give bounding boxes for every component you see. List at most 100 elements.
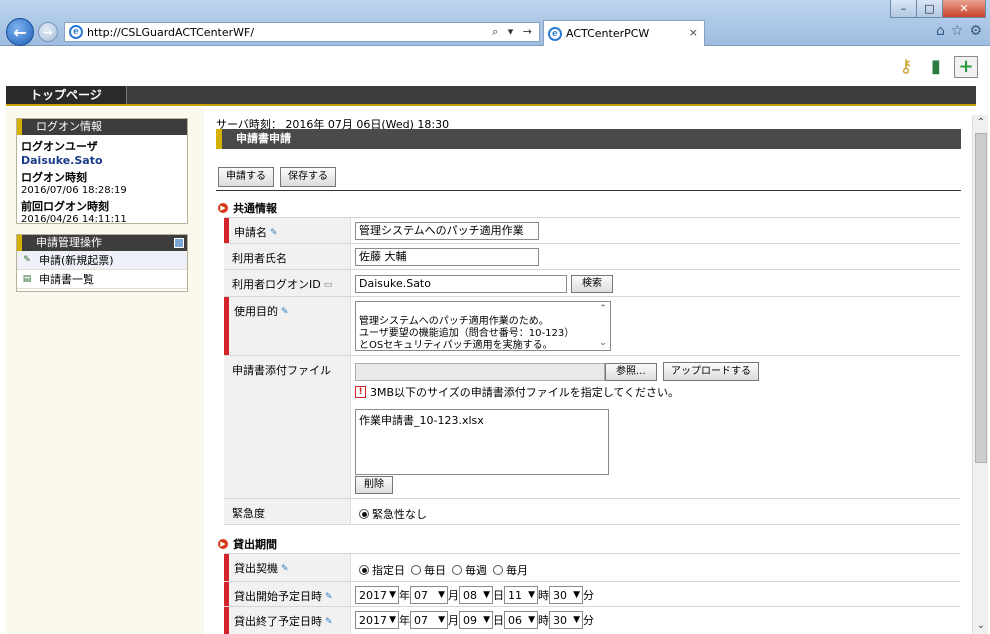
start-day-select[interactable]: 08 ▼	[459, 586, 493, 604]
save-button[interactable]: 保存する	[280, 167, 336, 187]
minimize-button[interactable]: –	[890, 0, 917, 18]
chevron-down-icon: ▼	[438, 590, 445, 600]
favorites-star-icon[interactable]: ☆	[951, 23, 964, 39]
delete-button[interactable]: 削除	[355, 476, 393, 494]
urgency-radio-none[interactable]: 緊急性なし	[359, 506, 427, 522]
end-hour-select[interactable]: 06 ▼	[504, 611, 538, 629]
common-info-heading-text: 共通情報	[233, 202, 277, 215]
start-minute-select[interactable]: 30 ▼	[549, 586, 583, 604]
tab-close-icon[interactable]: ×	[689, 26, 698, 39]
radio-weekly[interactable]: 毎週	[452, 562, 487, 578]
row-loan-end: 貸出終了予定日時 ✎ 2017 ▼ 年 07 ▼ 月 09 ▼ 日 06 ▼ 時 30 ▼ 分	[224, 606, 960, 634]
end-year-select[interactable]: 2017 ▼	[355, 611, 399, 629]
application-name-label: 申請名 ✎	[224, 218, 350, 243]
edit-note-icon[interactable]: ✎	[281, 564, 291, 574]
end-minute-select[interactable]: 30 ▼	[549, 611, 583, 629]
upload-button[interactable]: アップロードする	[663, 362, 759, 381]
sidebar-item-new-application[interactable]: ✎ 申請(新規起票)	[17, 251, 187, 270]
browser-toolbar-icons: ⌂ ☆ ⚙	[936, 23, 982, 39]
end-month-select[interactable]: 07 ▼	[410, 611, 448, 629]
top-nav-bar: トップページ	[6, 86, 976, 106]
address-search-refresh-icons[interactable]: ⌕ ▾ →	[492, 25, 535, 39]
settings-gear-icon[interactable]: ⚙	[969, 23, 982, 39]
forward-button[interactable]: →	[38, 22, 58, 42]
attached-file-item[interactable]: 作業申請書_10-123.xlsx	[359, 412, 605, 428]
chevron-down-icon[interactable]: ⌄	[599, 337, 607, 349]
row-purpose: 使用目的 ✎ 管理システムへのパッチ適用作業のため。 ユーザ要望の機能追加（問合せ…	[224, 296, 960, 355]
loan-period-heading-text: 貸出期間	[233, 538, 277, 551]
file-path-input[interactable]	[355, 363, 605, 381]
back-button[interactable]: ←	[6, 18, 34, 46]
scroll-thumb[interactable]	[975, 133, 987, 463]
radio-monthly[interactable]: 毎月	[493, 562, 528, 578]
chevron-down-icon: ▼	[483, 615, 490, 625]
chevron-down-icon: ▼	[528, 615, 535, 625]
key-icon[interactable]: ⚷	[894, 53, 918, 79]
chevron-up-icon[interactable]: ⌃	[599, 303, 607, 315]
loan-end-label: 貸出終了予定日時 ✎	[224, 607, 350, 634]
logon-info-panel: ログオン情報 ログオンユーザ Daisuke.Sato ログオン時刻 2016/…	[16, 118, 188, 225]
start-year-select[interactable]: 2017 ▼	[355, 586, 399, 604]
browse-button[interactable]: 参照...	[605, 363, 657, 381]
edit-note-icon[interactable]: ✎	[325, 592, 335, 602]
loan-end-label-text: 貸出終了予定日時	[234, 615, 322, 628]
sidebar-item-label: 申請書一覧	[39, 273, 94, 286]
chevron-down-icon: ▼	[389, 590, 396, 600]
start-hour-select[interactable]: 11 ▼	[504, 586, 538, 604]
edit-note-icon[interactable]: ✎	[281, 307, 291, 317]
edit-note-icon[interactable]: ✎	[325, 617, 335, 627]
start-month-select[interactable]: 07 ▼	[410, 586, 448, 604]
comment-icon[interactable]: ▭	[324, 280, 334, 290]
search-button[interactable]: 検索	[571, 275, 613, 293]
radio-selected-icon	[359, 509, 369, 519]
tab-title: ACTCenterPCW	[566, 27, 650, 40]
sidebar-item-label: 申請(新規起票)	[39, 254, 114, 267]
logout-door-icon[interactable]: ▮	[924, 53, 948, 79]
urgency-label: 緊急度	[224, 499, 350, 524]
submit-button[interactable]: 申請する	[218, 167, 274, 187]
user-name-input[interactable]: 佐藤 大輔	[355, 248, 539, 266]
loan-start-datetime: 2017 ▼ 年 07 ▼ 月 08 ▼ 日 11 ▼ 時 30 ▼ 分	[355, 586, 594, 604]
page-scrollbar[interactable]: ⌃ ⌄	[972, 115, 988, 634]
sidebar: ログオン情報 ログオンユーザ Daisuke.Sato ログオン時刻 2016/…	[6, 108, 204, 634]
sidebar-item-application-list[interactable]: ▤ 申請書一覧	[17, 270, 187, 289]
user-logon-id-input[interactable]: Daisuke.Sato	[355, 275, 567, 293]
scroll-down-icon[interactable]: ⌄	[973, 618, 989, 634]
page-title: 申請書申請	[216, 129, 961, 149]
arrow-right-icon: →	[43, 25, 53, 39]
prev-logon-label: 前回ログオン時刻	[21, 200, 109, 213]
row-user-logon-id: 利用者ログオンID ▭ Daisuke.Sato 検索	[224, 269, 960, 296]
user-logon-id-label: 利用者ログオンID ▭	[224, 270, 350, 296]
collapse-icon[interactable]	[174, 238, 184, 248]
attached-files-list[interactable]: 作業申請書_10-123.xlsx	[355, 409, 609, 475]
textarea-scrollbar[interactable]: ⌃ ⌄	[597, 303, 609, 349]
urgency-option-label: 緊急性なし	[372, 508, 427, 521]
browser-tab[interactable]: e ACTCenterPCW ×	[543, 20, 705, 46]
first-aid-icon[interactable]: +	[954, 56, 978, 78]
scroll-up-icon[interactable]: ⌃	[973, 115, 989, 131]
close-window-button[interactable]: ✕	[942, 0, 986, 18]
row-loan-start: 貸出開始予定日時 ✎ 2017 ▼ 年 07 ▼ 月 08 ▼ 日 11 ▼ 時 30 ▼ 分	[224, 581, 960, 606]
logon-user-label: ログオンユーザ	[21, 140, 98, 153]
radio-specified-date[interactable]: 指定日	[359, 562, 405, 578]
loan-period-heading: ▶ 貸出期間	[218, 536, 277, 552]
user-name-label: 利用者氏名	[224, 244, 350, 269]
radio-daily[interactable]: 毎日	[411, 562, 446, 578]
address-url[interactable]: http://CSLGuardACTCenterWF/	[87, 26, 254, 39]
application-name-input[interactable]: 管理システムへのパッチ適用作業	[355, 222, 539, 240]
ie-icon: e	[69, 25, 83, 39]
purpose-textarea[interactable]: 管理システムへのパッチ適用作業のため。 ユーザ要望の機能追加（問合せ番号：10-…	[355, 301, 611, 351]
divider	[216, 190, 961, 191]
end-day-select[interactable]: 09 ▼	[459, 611, 493, 629]
tab-top-page[interactable]: トップページ	[6, 86, 127, 104]
edit-note-icon[interactable]: ✎	[270, 228, 280, 238]
purpose-text: 管理システムへのパッチ適用作業のため。 ユーザ要望の機能追加（問合せ番号：10-…	[359, 316, 575, 351]
address-bar[interactable]: e http://CSLGuardACTCenterWF/ ⌕ ▾ →	[64, 22, 540, 42]
attachment-note-text: 3MB以下のサイズの申請書添付ファイルを指定してください。	[370, 386, 680, 399]
section-bullet-icon: ▶	[218, 539, 228, 549]
logon-info-title: ログオン情報	[17, 119, 187, 135]
logon-time: 2016/07/06 18:28:19	[21, 185, 127, 196]
maximize-button[interactable]: □	[916, 0, 943, 18]
home-icon[interactable]: ⌂	[936, 23, 945, 39]
loan-trigger-label-text: 貸出契機	[234, 562, 278, 575]
